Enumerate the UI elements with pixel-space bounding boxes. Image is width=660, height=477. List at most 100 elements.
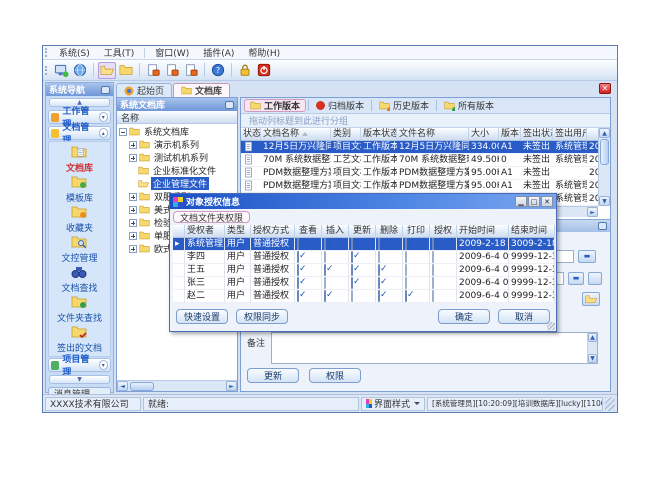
permission-row[interactable]: 李四用户普通授权 2009-6-4 0:00:009999-12-31 23:5…: [173, 251, 553, 264]
checkbox-print[interactable]: [405, 238, 407, 250]
checkbox-view[interactable]: [297, 277, 299, 289]
remark-scrollbar[interactable]: ▲ ▼: [587, 333, 597, 363]
folder-icon[interactable]: [117, 62, 135, 79]
col-grant[interactable]: 授权: [430, 225, 457, 238]
col-category[interactable]: 类别: [331, 128, 361, 141]
col-end-time[interactable]: 结束时间: [509, 225, 555, 238]
menu-plugin[interactable]: 插件(A): [197, 46, 240, 59]
maximize-icon[interactable]: □: [528, 196, 540, 207]
permission-row[interactable]: ▸ 系统管理员用户普通授权 2009-2-18 8:35:573009-2-18…: [173, 238, 553, 251]
scroll-down-icon[interactable]: ▼: [588, 354, 597, 363]
sidebar-item-template[interactable]: 模板库: [66, 174, 93, 204]
checkbox-view[interactable]: [297, 290, 299, 302]
expand-icon[interactable]: [129, 154, 137, 162]
checkbox-grant[interactable]: [432, 264, 434, 276]
sidebar-item-doccontrol[interactable]: 文控管理: [61, 234, 97, 264]
scrollbar-thumb[interactable]: [600, 139, 609, 165]
table-row[interactable]: 70M 系统数据整理检…工艺文档 工作版本70M 系统数据整理… 49.50KB…: [241, 154, 601, 167]
cancel-button[interactable]: 取消: [498, 309, 550, 324]
tree-node[interactable]: 演示机系列: [117, 138, 237, 151]
col-mode[interactable]: 授权方式: [251, 225, 295, 238]
expand-icon[interactable]: [129, 193, 137, 201]
sidebar-item-doclib[interactable]: 文档库: [66, 144, 93, 174]
group-by-bar[interactable]: 拖动列标题到此进行分组: [241, 114, 610, 128]
checkbox-update[interactable]: [351, 277, 353, 289]
checkbox-view[interactable]: [297, 264, 299, 276]
checkbox-delete[interactable]: [378, 264, 380, 276]
menubar-grip[interactable]: [45, 48, 48, 57]
ellipsis-button[interactable]: ▬: [578, 250, 596, 263]
scroll-up-icon[interactable]: ▲: [599, 128, 610, 138]
scroll-up-icon[interactable]: ▲: [588, 333, 597, 342]
tab-start-page[interactable]: 起始页: [116, 83, 172, 97]
permission-row[interactable]: 张三用户普通授权 2009-6-4 0:00:009999-12-31 23:5…: [173, 277, 553, 290]
scroll-right-icon[interactable]: ►: [587, 207, 598, 217]
checkbox-insert[interactable]: [324, 277, 326, 289]
checkbox-grant[interactable]: [432, 251, 434, 263]
scroll-left-icon[interactable]: ◄: [117, 381, 128, 391]
col-filename[interactable]: 文件名称: [397, 128, 469, 141]
ui-style-selector[interactable]: 界面样式: [361, 397, 425, 411]
checkbox-insert[interactable]: [324, 290, 326, 302]
col-size[interactable]: 大小: [469, 128, 499, 141]
dialog-tab-folder-perms[interactable]: 文档文件夹权限: [173, 211, 250, 223]
browse-folder-button[interactable]: [582, 292, 600, 306]
collapse-icon[interactable]: [119, 128, 127, 136]
perm-sync-button[interactable]: 权限同步: [236, 309, 288, 324]
checkbox-update[interactable]: [351, 290, 353, 302]
checkbox-update[interactable]: [351, 264, 353, 276]
power-icon[interactable]: [255, 62, 273, 79]
menu-help[interactable]: 帮助(H): [242, 46, 286, 59]
chevron-down-icon[interactable]: ▾: [99, 360, 108, 370]
expand-icon[interactable]: [129, 219, 137, 227]
lock-icon[interactable]: [236, 62, 254, 79]
expand-icon[interactable]: [129, 245, 137, 253]
doc-edit-icon[interactable]: [144, 62, 162, 79]
sidebar-collapse-down[interactable]: ▼: [49, 375, 110, 384]
tab-work-version[interactable]: 工作版本: [244, 99, 306, 112]
table-vertical-scrollbar[interactable]: ▲ ▼: [598, 128, 610, 206]
col-grantee[interactable]: 受权者: [185, 225, 225, 238]
expand-icon[interactable]: [129, 141, 137, 149]
checkbox-view[interactable]: [297, 251, 299, 263]
checkbox-print[interactable]: [405, 264, 407, 276]
doc-delete-icon[interactable]: [182, 62, 200, 79]
remark-textarea[interactable]: ▲ ▼: [271, 332, 598, 364]
tree-node-root[interactable]: 系统文档库: [117, 125, 237, 138]
dialog-title-bar[interactable]: 对象授权信息 ▁ □ ✕: [170, 194, 556, 209]
sidebar-item-favorites[interactable]: 收藏夹: [66, 204, 93, 234]
col-print[interactable]: 打印: [403, 225, 430, 238]
chevron-up-icon[interactable]: ▴: [99, 128, 108, 138]
col-insert[interactable]: 插入: [322, 225, 349, 238]
menu-system[interactable]: 系统(S): [53, 46, 96, 59]
checkbox-delete[interactable]: [378, 251, 380, 263]
checkbox-update[interactable]: [351, 238, 353, 250]
checkbox-print[interactable]: [405, 277, 407, 289]
sidebar-item-checkedout[interactable]: 签出的文档: [57, 324, 102, 354]
col-statusicon[interactable]: 状态图: [241, 128, 261, 141]
expand-icon[interactable]: [129, 206, 137, 214]
pin-icon[interactable]: [598, 222, 607, 230]
menu-window[interactable]: 窗口(W): [149, 46, 195, 59]
update-button[interactable]: 更新: [247, 368, 299, 383]
scroll-right-icon[interactable]: ►: [226, 381, 237, 391]
minimize-icon[interactable]: ▁: [515, 196, 527, 207]
col-verstatus[interactable]: 版本状态: [361, 128, 397, 141]
col-version[interactable]: 版本号: [499, 128, 521, 141]
table-row[interactable]: PDM数据整理方案2.doc项目文档 工作版本PDM数据整理方案2.doc 95…: [241, 180, 601, 193]
permission-row[interactable]: 王五用户普通授权 2009-6-4 0:00:009999-12-31 23:5…: [173, 264, 553, 277]
resize-grip[interactable]: [605, 397, 615, 411]
help-icon[interactable]: [209, 62, 227, 79]
connect-icon[interactable]: [52, 62, 70, 79]
folder-open-icon[interactable]: [98, 62, 116, 79]
checkbox-view[interactable]: [297, 238, 299, 250]
checkbox-delete[interactable]: [378, 238, 380, 250]
small-button[interactable]: [588, 272, 602, 285]
tree-horizontal-scrollbar[interactable]: ◄ ►: [117, 380, 237, 391]
checkbox-delete[interactable]: [378, 277, 380, 289]
tree-column-header[interactable]: 名称: [117, 111, 237, 124]
checkbox-print[interactable]: [405, 290, 407, 302]
tab-doclib[interactable]: 文档库: [173, 83, 230, 97]
globe-icon[interactable]: [71, 62, 89, 79]
close-tab-icon[interactable]: ✕: [599, 83, 611, 94]
